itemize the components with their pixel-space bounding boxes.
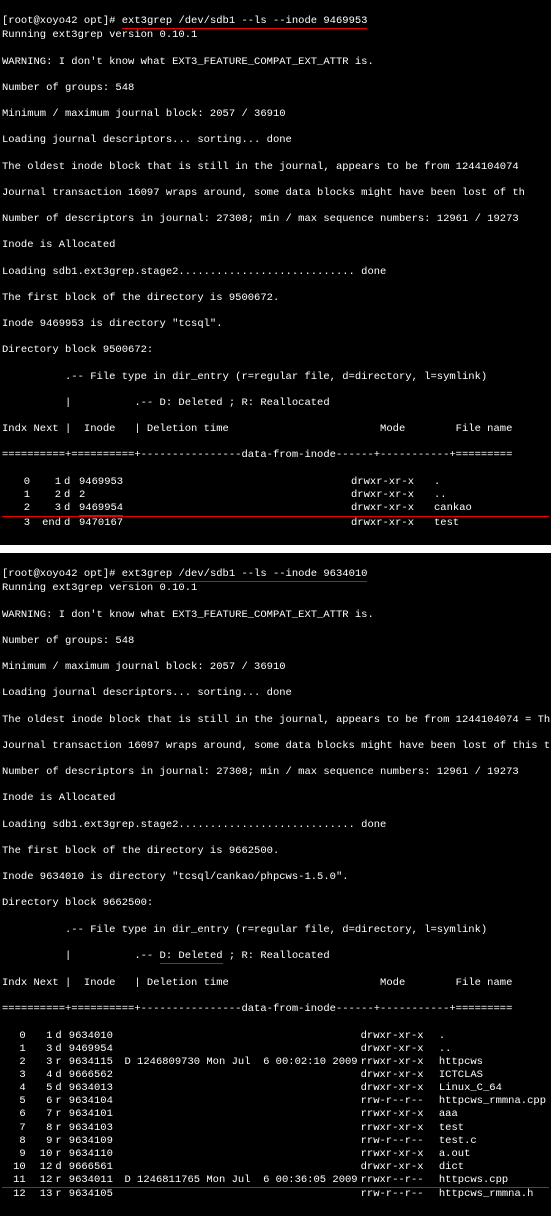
- output-line: Journal transaction 16097 wraps around, …: [2, 740, 549, 753]
- output-line: Loading journal descriptors... sorting..…: [2, 134, 549, 147]
- command: ext3grep /dev/sdb1 --ls --inode 9634010: [122, 568, 368, 582]
- output-line: Inode 9634010 is directory "tcsql/cankao…: [2, 871, 549, 884]
- table-row: 3endd9470167drwxr-xr-xtest: [2, 516, 549, 530]
- output-line: WARNING: I don't know what EXT3_FEATURE_…: [2, 56, 549, 69]
- table-separator: ==========+==========+----------------da…: [2, 449, 549, 462]
- output-line: Loading sdb1.ext3grep.stage2............…: [2, 266, 549, 279]
- output-line: Minimum / maximum journal block: 2057 / …: [2, 108, 549, 121]
- output-line: Running ext3grep version 0.10.1: [2, 582, 549, 595]
- output-line: Number of descriptors in journal: 27308;…: [2, 766, 549, 779]
- table-row: 23r9634115D 1246809730 Mon Jul 6 00:02:1…: [2, 1056, 549, 1069]
- output-line: Number of groups: 548: [2, 635, 549, 648]
- table-separator: ==========+==========+----------------da…: [2, 1003, 549, 1016]
- dir-table-top: 01d9469953drwxr-xr-x. 12d2drwxr-xr-x.. 2…: [2, 476, 549, 531]
- output-line: | .-- D: Deleted ; R: Reallocated: [2, 950, 549, 964]
- table-row: 23d9469954drwxr-xr-xcankao: [2, 502, 549, 517]
- output-line: WARNING: I don't know what EXT3_FEATURE_…: [2, 609, 549, 622]
- table-row: 1112r9634011D 1246811765 Mon Jul 6 00:36…: [2, 1174, 549, 1188]
- output-line: The first block of the directory is 9500…: [2, 292, 549, 305]
- output-line: The first block of the directory is 9662…: [2, 845, 549, 858]
- output-line: Loading journal descriptors... sorting..…: [2, 687, 549, 700]
- output-line: Directory block 9500672:: [2, 344, 549, 357]
- table-row: 56r9634104rrw-r--r--httpcws_rmmna.cpp: [2, 1095, 549, 1108]
- table-row: 1213r9634105rrw-r--r--httpcws_rmmna.h: [2, 1188, 549, 1202]
- table-row: 34d9666562drwxr-xr-xICTCLAS: [2, 1069, 549, 1082]
- deleted-legend: D: Deleted: [160, 950, 223, 964]
- terminal-bottom: [root@xoyo42 opt]# ext3grep /dev/sdb1 --…: [0, 553, 551, 1216]
- table-row: 12d2drwxr-xr-x..: [2, 489, 549, 502]
- output-line: Minimum / maximum journal block: 2057 / …: [2, 661, 549, 674]
- output-line: .-- File type in dir_entry (r=regular fi…: [2, 924, 549, 937]
- table-row: 01d9634010drwxr-xr-x.: [2, 1030, 549, 1043]
- output-line: Journal transaction 16097 wraps around, …: [2, 187, 549, 200]
- output-line: Inode is Allocated: [2, 792, 549, 805]
- output-line: .-- File type in dir_entry (r=regular fi…: [2, 371, 549, 384]
- table-row: 13d9469954drwxr-xr-x..: [2, 1043, 549, 1056]
- table-header: Indx Next | Inode | Deletion time Mode F…: [2, 977, 549, 990]
- table-row: 45d9634013drwxr-xr-xLinux_C_64: [2, 1082, 549, 1095]
- command: ext3grep /dev/sdb1 --ls --inode 9469953: [122, 15, 368, 29]
- output-line: Number of groups: 548: [2, 82, 549, 95]
- table-row: 89r9634109rrw-r--r--test.c: [2, 1135, 549, 1148]
- output-line: | .-- D: Deleted ; R: Reallocated: [2, 397, 549, 410]
- output-line: Directory block 9662500:: [2, 897, 549, 910]
- terminal-top: [root@xoyo42 opt]# ext3grep /dev/sdb1 --…: [0, 0, 551, 545]
- prompt: [root@xoyo42 opt]#: [2, 15, 122, 27]
- output-line: The oldest inode block that is still in …: [2, 161, 549, 174]
- output-line: Inode is Allocated: [2, 239, 549, 252]
- table-row: 01d9469953drwxr-xr-x.: [2, 476, 549, 489]
- output-line: Number of descriptors in journal: 27308;…: [2, 213, 549, 226]
- table-row: 78r9634103rrwxr-xr-xtest: [2, 1122, 549, 1135]
- output-line: Inode 9469953 is directory "tcsql".: [2, 318, 549, 331]
- output-line: Loading sdb1.ext3grep.stage2............…: [2, 819, 549, 832]
- dir-table-bottom: 01d9634010drwxr-xr-x. 13d9469954drwxr-xr…: [2, 1030, 549, 1202]
- prompt: [root@xoyo42 opt]#: [2, 568, 122, 580]
- table-row: 1012d9666561drwxr-xr-xdict: [2, 1161, 549, 1174]
- output-line: The oldest inode block that is still in …: [2, 714, 549, 727]
- table-row: 67r9634101rrwxr-xr-xaaa: [2, 1108, 549, 1121]
- output-line: Running ext3grep version 0.10.1: [2, 29, 549, 42]
- table-header: Indx Next | Inode | Deletion time Mode F…: [2, 423, 549, 436]
- separator-gap: [0, 545, 551, 553]
- table-row: 910r9634110rrwxr-xr-xa.out: [2, 1148, 549, 1161]
